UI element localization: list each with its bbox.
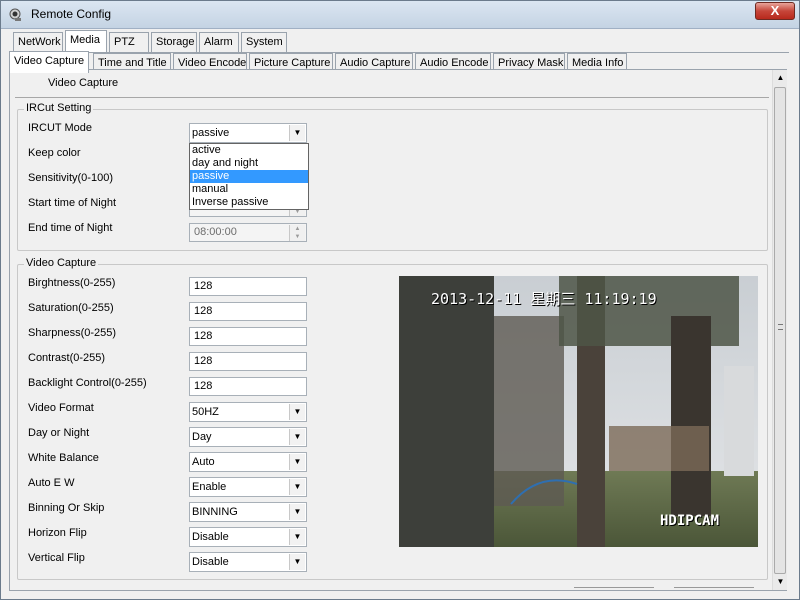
sensitivity-label: Sensitivity(0-100) [28, 172, 113, 184]
chevron-down-icon[interactable]: ▼ [289, 504, 305, 520]
end-night-field[interactable]: 08:00:00 ▲ ▼ [189, 223, 307, 242]
dropdown-option[interactable]: Inverse passive [190, 196, 308, 209]
auto-ew-value: Enable [192, 481, 227, 493]
watermark-overlay: HDIPCAM [660, 513, 720, 529]
tab-alarm[interactable]: Alarm [199, 32, 239, 52]
title-bar[interactable]: Remote Config X [1, 1, 799, 29]
chevron-down-icon[interactable]: ▼ [289, 529, 305, 545]
brightness-label: Birghtness(0-255) [28, 277, 116, 289]
bottom-button-edge [674, 587, 754, 588]
ircut-mode-select[interactable]: passive ▼ [189, 123, 307, 143]
saturation-label: Saturation(0-255) [28, 302, 114, 314]
chevron-down-icon[interactable]: ▼ [289, 454, 305, 470]
window-title: Remote Config [31, 7, 112, 21]
vertical-flip-select[interactable]: Disable ▼ [189, 552, 307, 572]
dropdown-option-selected[interactable]: passive [190, 170, 308, 183]
chevron-down-icon[interactable]: ▼ [289, 554, 305, 570]
binning-label: Binning Or Skip [28, 502, 105, 514]
end-night-label: End time of Night [28, 222, 113, 234]
vertical-flip-label: Vertical Flip [28, 552, 85, 564]
ircut-legend: IRCut Setting [24, 102, 94, 114]
contrast-field[interactable]: 128 [189, 352, 307, 371]
tab-ptz[interactable]: PTZ [109, 32, 149, 52]
sharpness-field[interactable]: 128 [189, 327, 307, 346]
tab-storage[interactable]: Storage [151, 32, 197, 52]
white-balance-value: Auto [192, 456, 215, 468]
video-format-value: 50HZ [192, 406, 219, 418]
end-night-value: 08:00:00 [194, 226, 237, 238]
section-divider [15, 97, 769, 98]
dropdown-option[interactable]: manual [190, 183, 308, 196]
video-format-select[interactable]: 50HZ ▼ [189, 402, 307, 422]
scroll-up-icon[interactable]: ▲ [773, 70, 788, 86]
remote-config-window: Remote Config X NetWork Media PTZ Storag… [0, 0, 800, 600]
chevron-down-icon[interactable]: ▼ [289, 125, 305, 141]
brightness-field[interactable]: 128 [189, 277, 307, 296]
timestamp-overlay: 2013-12-11 星期三 11:19:19 [431, 290, 657, 308]
dropdown-option[interactable]: day and night [190, 157, 308, 170]
scroll-thumb[interactable] [774, 87, 786, 574]
chevron-down-icon[interactable]: ▼ [289, 404, 305, 420]
day-or-night-select[interactable]: Day ▼ [189, 427, 307, 447]
day-or-night-value: Day [192, 431, 212, 443]
bottom-button-edge [574, 587, 654, 588]
binning-value: BINNING [192, 506, 238, 518]
backlight-field[interactable]: 128 [189, 377, 307, 396]
close-button[interactable]: X [755, 2, 795, 20]
ircut-mode-label: IRCUT Mode [28, 122, 92, 134]
main-tab-row: NetWork Media PTZ Storage Alarm System [11, 30, 791, 52]
saturation-field[interactable]: 128 [189, 302, 307, 321]
binning-select[interactable]: BINNING ▼ [189, 502, 307, 522]
white-balance-select[interactable]: Auto ▼ [189, 452, 307, 472]
tab-system[interactable]: System [241, 32, 287, 52]
video-format-label: Video Format [28, 402, 94, 414]
horizon-flip-label: Horizon Flip [28, 527, 87, 539]
ircut-group: IRCut Setting [17, 102, 768, 251]
video-capture-legend: Video Capture [24, 257, 99, 269]
chevron-down-icon[interactable]: ▼ [289, 429, 305, 445]
scroll-down-icon[interactable]: ▼ [773, 574, 788, 590]
camera-icon [9, 8, 21, 21]
dropdown-option[interactable]: active [190, 144, 308, 157]
day-or-night-label: Day or Night [28, 427, 90, 439]
time-spinner[interactable]: ▲▼ [289, 225, 305, 241]
horizon-flip-select[interactable]: Disable ▼ [189, 527, 307, 547]
chevron-down-icon[interactable]: ▼ [289, 479, 305, 495]
video-preview: 2013-12-11 星期三 11:19:19 HDIPCAM [399, 276, 758, 547]
backlight-label: Backlight Control(0-255) [28, 377, 147, 389]
contrast-label: Contrast(0-255) [28, 352, 106, 364]
section-title: Video Capture [48, 77, 119, 89]
start-night-label: Start time of Night [28, 197, 117, 209]
tab-media[interactable]: Media [65, 30, 107, 52]
vertical-scrollbar[interactable]: ▲ ▼ [772, 70, 787, 590]
tab-video-capture[interactable]: Video Capture [9, 51, 89, 73]
ircut-mode-dropdown-list: active day and night passive manual Inve… [189, 143, 309, 210]
vertical-flip-value: Disable [192, 556, 229, 568]
auto-ew-select[interactable]: Enable ▼ [189, 477, 307, 497]
white-balance-label: White Balance [28, 452, 99, 464]
ircut-mode-value: passive [192, 127, 230, 139]
keep-color-label: Keep color [28, 147, 81, 159]
sharpness-label: Sharpness(0-255) [28, 327, 117, 339]
horizon-flip-value: Disable [192, 531, 229, 543]
camera-scene [399, 276, 758, 547]
tab-network[interactable]: NetWork [13, 32, 63, 52]
auto-ew-label: Auto E W [28, 477, 75, 489]
